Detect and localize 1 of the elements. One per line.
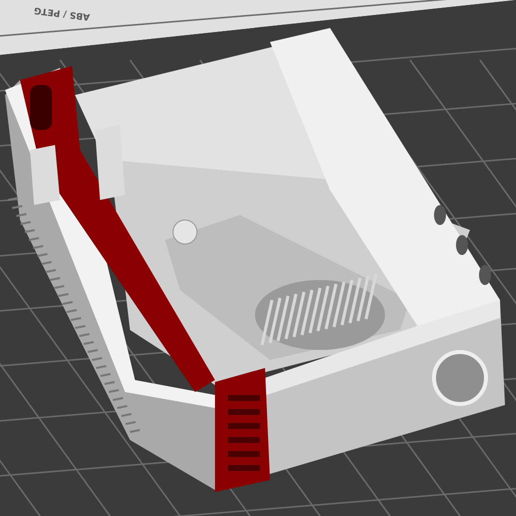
bed-label: ABS / PETG [34, 4, 91, 22]
